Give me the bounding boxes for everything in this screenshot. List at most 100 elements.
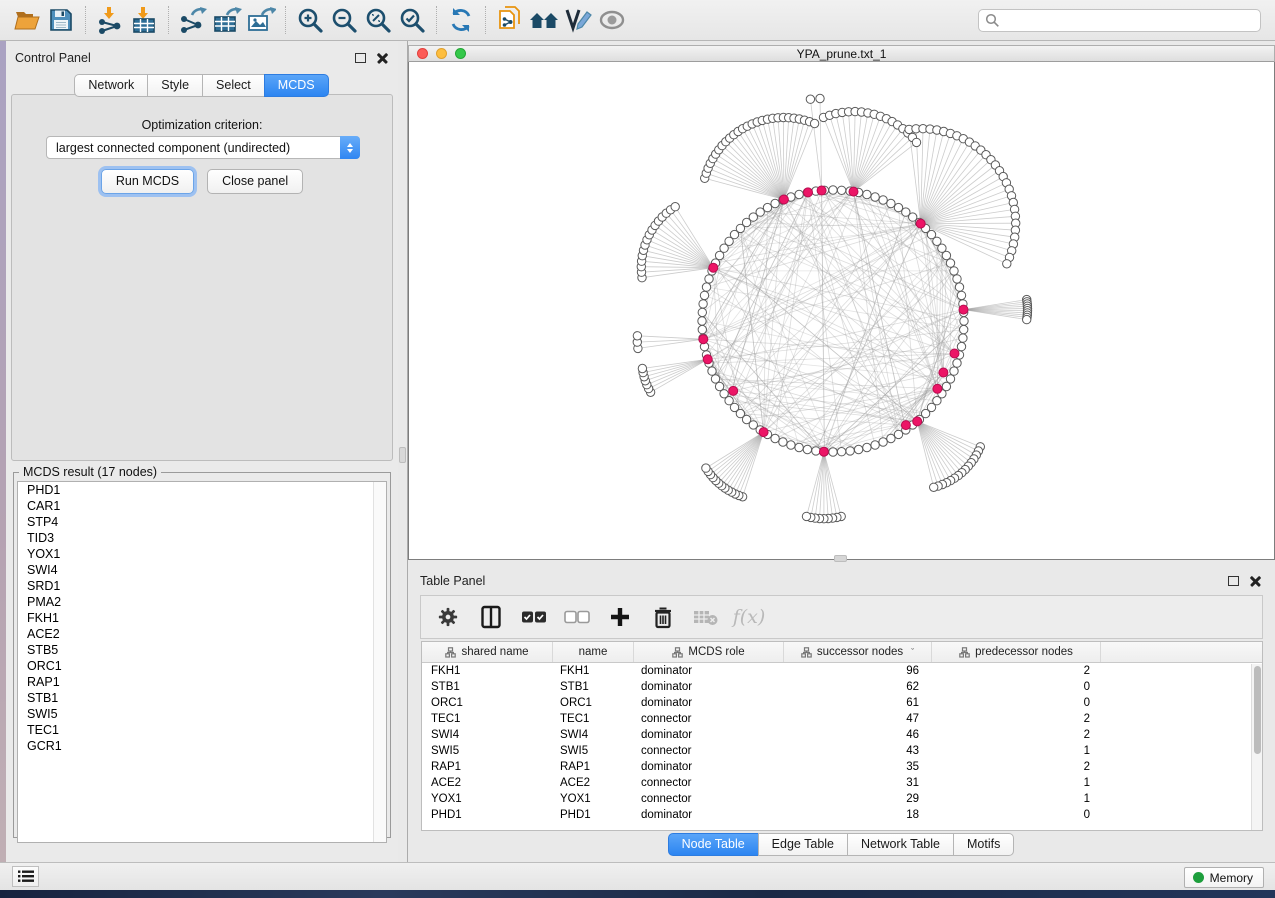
mcds-result-item[interactable]: RAP1: [18, 674, 386, 690]
column-header-mcds-role[interactable]: MCDS role: [634, 642, 784, 662]
tab-node-table[interactable]: Node Table: [668, 833, 759, 856]
column-header-shared-name[interactable]: shared name: [422, 642, 553, 662]
tab-network-table[interactable]: Network Table: [847, 833, 954, 856]
export-image-icon: [246, 6, 276, 34]
float-panel-icon[interactable]: [355, 53, 366, 63]
close-panel-icon[interactable]: [377, 53, 388, 64]
mcds-result-list[interactable]: PHD1CAR1STP4TID3YOX1SWI4SRD1PMA2FKH1ACE2…: [17, 481, 387, 843]
splitter-grip[interactable]: [399, 447, 406, 463]
clone-network-button[interactable]: [493, 4, 527, 36]
criterion-dropdown[interactable]: largest connected component (undirected): [46, 136, 360, 159]
shared-column-icon: [801, 647, 812, 658]
add-column-button[interactable]: [607, 604, 633, 630]
tab-select[interactable]: Select: [202, 74, 265, 97]
column-header-predecessor-nodes[interactable]: predecessor nodes: [932, 642, 1101, 662]
tab-motifs[interactable]: Motifs: [953, 833, 1014, 856]
table-toolbar: f(x): [420, 595, 1263, 639]
save-session-button[interactable]: [44, 4, 78, 36]
mcds-result-item[interactable]: TEC1: [18, 722, 386, 738]
export-network-button[interactable]: [176, 4, 210, 36]
import-network-button[interactable]: [93, 4, 127, 36]
node-table[interactable]: shared name name MCDS role successor nod…: [421, 641, 1263, 831]
tab-style[interactable]: Style: [147, 74, 203, 97]
refresh-button[interactable]: [444, 4, 478, 36]
table-row[interactable]: SWI4 SWI4 dominator 46 2: [422, 727, 1262, 743]
export-network-icon: [178, 6, 208, 34]
memory-button[interactable]: Memory: [1184, 867, 1264, 888]
horizontal-splitter-grip[interactable]: [834, 555, 847, 562]
table-row[interactable]: FKH1 FKH1 dominator 96 2: [422, 663, 1262, 679]
table-row[interactable]: RAP1 RAP1 dominator 35 2: [422, 759, 1262, 775]
toolbar-separator: [285, 6, 286, 34]
mcds-result-item[interactable]: PMA2: [18, 594, 386, 610]
tab-mcds[interactable]: MCDS: [264, 74, 329, 97]
table-row[interactable]: ORC1 ORC1 dominator 61 0: [422, 695, 1262, 711]
dropdown-stepper-icon: [340, 136, 360, 159]
mcds-result-item[interactable]: STB5: [18, 642, 386, 658]
mcds-result-item[interactable]: ORC1: [18, 658, 386, 674]
gear-button[interactable]: [435, 604, 461, 630]
zoom-out-button[interactable]: [327, 4, 361, 36]
mcds-result-item[interactable]: STB1: [18, 690, 386, 706]
deselect-all-button[interactable]: [564, 604, 590, 630]
network-titlebar[interactable]: YPA_prune.txt_1: [408, 45, 1275, 62]
table-scrollbar[interactable]: [1251, 664, 1262, 831]
mcds-result-item[interactable]: SWI4: [18, 562, 386, 578]
close-table-panel-icon[interactable]: [1250, 576, 1261, 587]
column-header-successor-nodes[interactable]: successor nodes ˇ: [784, 642, 932, 662]
style-pen-button[interactable]: [561, 4, 595, 36]
select-all-button[interactable]: [521, 604, 547, 630]
table-row[interactable]: TEC1 TEC1 connector 47 2: [422, 711, 1262, 727]
task-history-button[interactable]: [12, 866, 39, 887]
zoom-selected-button[interactable]: [395, 4, 429, 36]
zoom-out-icon: [331, 7, 357, 33]
delete-icon: [652, 605, 674, 629]
table-row[interactable]: YOX1 YOX1 connector 29 1: [422, 791, 1262, 807]
mcds-result-item[interactable]: SRD1: [18, 578, 386, 594]
close-panel-button[interactable]: Close panel: [207, 169, 303, 194]
import-table-button[interactable]: [127, 4, 161, 36]
mcds-result-item[interactable]: GCR1: [18, 738, 386, 754]
export-table-button[interactable]: [210, 4, 244, 36]
table-panel: Table Panel f(x): [408, 563, 1275, 855]
float-table-panel-icon[interactable]: [1228, 576, 1239, 586]
control-panel-title: Control Panel: [15, 51, 91, 65]
table-row[interactable]: ACE2 ACE2 connector 31 1: [422, 775, 1262, 791]
status-bar: Memory: [0, 862, 1275, 890]
table-row[interactable]: PHD1 PHD1 dominator 18 0: [422, 807, 1262, 823]
column-header-name[interactable]: name: [553, 642, 634, 662]
eye-button[interactable]: [595, 4, 629, 36]
result-scrollbar[interactable]: [373, 482, 386, 842]
search-box[interactable]: [978, 9, 1261, 32]
mcds-result-item[interactable]: SWI5: [18, 706, 386, 722]
mcds-result-title: MCDS result (17 nodes): [19, 465, 161, 479]
mcds-tab-panel: Optimization criterion: largest connecte…: [11, 94, 393, 461]
export-image-button[interactable]: [244, 4, 278, 36]
zoom-fit-button[interactable]: [361, 4, 395, 36]
zoom-in-button[interactable]: [293, 4, 327, 36]
columns-icon: [480, 605, 502, 629]
table-scrollbar-thumb[interactable]: [1254, 666, 1261, 754]
mcds-result-item[interactable]: PHD1: [18, 482, 386, 498]
mcds-result-item[interactable]: STP4: [18, 514, 386, 530]
run-mcds-button[interactable]: Run MCDS: [101, 169, 194, 194]
delete-table-button[interactable]: [693, 604, 719, 630]
mcds-result-item[interactable]: FKH1: [18, 610, 386, 626]
control-panel-tabs: Network Style Select MCDS: [6, 74, 398, 97]
tab-network[interactable]: Network: [74, 74, 148, 97]
network-canvas[interactable]: [409, 62, 1274, 558]
delete-column-button[interactable]: [650, 604, 676, 630]
table-row[interactable]: SWI5 SWI5 connector 43 1: [422, 743, 1262, 759]
mcds-result-item[interactable]: TID3: [18, 530, 386, 546]
function-button[interactable]: f(x): [736, 604, 762, 630]
vertical-splitter[interactable]: [398, 41, 408, 862]
home-button[interactable]: [527, 4, 561, 36]
columns-button[interactable]: [478, 604, 504, 630]
mcds-result-item[interactable]: YOX1: [18, 546, 386, 562]
tab-edge-table[interactable]: Edge Table: [758, 833, 848, 856]
table-row[interactable]: STB1 STB1 dominator 62 0: [422, 679, 1262, 695]
mcds-result-item[interactable]: CAR1: [18, 498, 386, 514]
open-file-button[interactable]: [10, 4, 44, 36]
search-input[interactable]: [1000, 13, 1240, 27]
mcds-result-item[interactable]: ACE2: [18, 626, 386, 642]
